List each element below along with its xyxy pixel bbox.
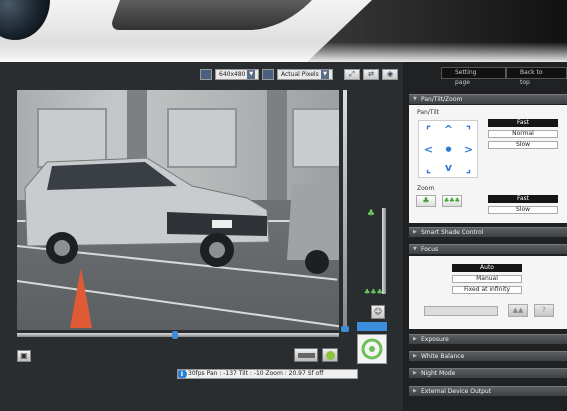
arrow-down-left-icon[interactable]: ⌞ <box>422 162 435 175</box>
pan-tilt-label: Pan/Tilt <box>417 109 440 116</box>
triangle-right-icon: ▶ <box>413 388 417 394</box>
triangle-right-icon: ▶ <box>413 229 417 235</box>
triangle-down-icon: ▼ <box>413 246 417 252</box>
camera-icon: ▣ <box>20 351 28 360</box>
triangle-down-icon: ▼ <box>413 96 417 102</box>
speaker-icon: ◉ <box>386 70 394 78</box>
focus-help-button: ? <box>534 304 554 317</box>
traffic-cone <box>70 268 92 328</box>
camera-body-graphic <box>109 0 331 30</box>
pan-tilt-dpad: ⌜ ^ ⌝ < ● > ⌞ v ⌟ <box>418 120 478 178</box>
info-icon: i <box>178 370 187 378</box>
section-label: Focus <box>421 246 439 253</box>
record-button[interactable] <box>294 348 318 362</box>
section-label: Night Mode <box>421 370 456 377</box>
zoom-label: Zoom <box>417 185 435 192</box>
chevron-down-icon: ▼ <box>321 70 329 79</box>
lane-line <box>17 280 339 330</box>
person-icon: ☺ <box>373 307 383 316</box>
status-bar: i 30fps Pan : -137 Tilt : -10 Zoom : 20.… <box>177 369 358 379</box>
arrow-up-left-icon[interactable]: ⌜ <box>422 124 435 137</box>
triangle-right-icon: ▶ <box>413 353 417 359</box>
focus-near-button: ▲▲ <box>508 304 528 317</box>
focus-value-field <box>424 306 498 316</box>
section-external-output[interactable]: ▶ External Device Output <box>409 386 567 396</box>
zoom-indicator-bar <box>357 322 387 331</box>
status-button[interactable] <box>322 348 338 362</box>
resolution-value: 640x480 <box>219 71 246 78</box>
header-shine <box>0 42 567 62</box>
header-banner <box>0 0 567 62</box>
snapshot-button[interactable]: ▣ <box>17 350 31 362</box>
arrow-down-icon[interactable]: v <box>442 161 455 174</box>
trees-icon: ♣♣♣ <box>443 197 461 204</box>
video-feed[interactable] <box>17 90 339 330</box>
home-dot-icon[interactable]: ● <box>442 143 455 156</box>
zoom-speed-fast[interactable]: Fast <box>488 195 558 203</box>
section-label: White Balance <box>421 353 465 360</box>
zoom-slider[interactable] <box>382 208 386 294</box>
section-white-balance[interactable]: ▶ White Balance <box>409 351 567 361</box>
click-center-target[interactable] <box>357 334 387 364</box>
view-mode-select[interactable]: Actual Pixels ▼ <box>277 69 333 80</box>
viewer-toolbar: 640x480 ▼ Actual Pixels ▼ ⤢ ⇄ ◉ <box>200 69 398 81</box>
record-icon <box>298 353 315 358</box>
section-label: Exposure <box>421 336 449 343</box>
section-label: Pan/Tilt/Zoom <box>421 96 463 103</box>
top-nav: Setting page Back to top <box>441 67 567 86</box>
section-smart-shade[interactable]: ▶ Smart Shade Control <box>409 227 567 237</box>
section-label: External Device Output <box>421 388 492 395</box>
question-icon: ? <box>542 306 546 314</box>
section-pan-tilt-zoom[interactable]: ▼ Pan/Tilt/Zoom <box>409 94 567 104</box>
resolution-select[interactable]: 640x480 ▼ <box>215 69 259 80</box>
mountain-icon: ▲▲ <box>512 306 524 314</box>
zoom-speed-slow[interactable]: Slow <box>488 206 558 214</box>
focus-manual[interactable]: Manual <box>452 275 522 283</box>
triangle-right-icon: ▶ <box>413 336 417 342</box>
preset-person-button[interactable]: ☺ <box>371 305 385 319</box>
zoom-out-button[interactable]: ♣♣♣ <box>442 195 462 207</box>
fullscreen-button[interactable]: ⤢ <box>344 69 360 80</box>
triangle-right-icon: ▶ <box>413 370 417 376</box>
arrow-right-icon[interactable]: > <box>462 143 475 156</box>
swap-button[interactable]: ⇄ <box>363 69 379 80</box>
chevron-down-icon: ▼ <box>247 70 255 79</box>
back-to-top-button[interactable]: Back to top <box>506 67 567 86</box>
view-mode-value: Actual Pixels <box>281 71 319 78</box>
suv-car <box>24 157 339 274</box>
arrow-left-icon[interactable]: < <box>422 143 435 156</box>
section-night-mode[interactable]: ▶ Night Mode <box>409 368 567 378</box>
pan-tilt-speed-slow[interactable]: Slow <box>488 141 558 149</box>
tilt-slider[interactable] <box>341 90 349 332</box>
arrow-down-right-icon[interactable]: ⌟ <box>462 162 475 175</box>
arrow-up-icon[interactable]: ^ <box>442 123 455 136</box>
pan-slider-knob[interactable] <box>172 331 178 339</box>
resolution-icon <box>200 69 212 80</box>
zoom-tele-icon: ♣ <box>367 209 376 219</box>
pan-tilt-speed-fast[interactable]: Fast <box>488 119 558 127</box>
view-mode-icon <box>262 69 274 80</box>
section-focus[interactable]: ▼ Focus <box>409 244 567 254</box>
camera-lens-graphic <box>0 0 50 40</box>
arrow-up-right-icon[interactable]: ⌝ <box>462 124 475 137</box>
setting-page-button[interactable]: Setting page <box>441 67 506 86</box>
focus-auto[interactable]: Auto <box>452 264 522 272</box>
tilt-slider-knob[interactable] <box>341 326 349 332</box>
tree-icon: ♣ <box>422 196 430 205</box>
fullscreen-icon: ⤢ <box>349 70 355 78</box>
swap-icon: ⇄ <box>368 70 374 78</box>
zoom-in-button[interactable]: ♣ <box>416 195 436 207</box>
crosshair-icon <box>361 338 383 360</box>
focus-fixed-infinity[interactable]: Fixed at infinity <box>452 286 522 294</box>
zoom-wide-icon: ♣♣♣ <box>364 288 383 296</box>
green-dot-icon <box>326 351 335 360</box>
audio-button[interactable]: ◉ <box>382 69 398 80</box>
status-text: 30fps Pan : -137 Tilt : -10 Zoom : 20.97… <box>188 370 324 377</box>
section-label: Smart Shade Control <box>421 229 484 236</box>
section-exposure[interactable]: ▶ Exposure <box>409 334 567 344</box>
pan-tilt-speed-normal[interactable]: Normal <box>488 130 558 138</box>
pan-slider[interactable] <box>17 331 339 339</box>
